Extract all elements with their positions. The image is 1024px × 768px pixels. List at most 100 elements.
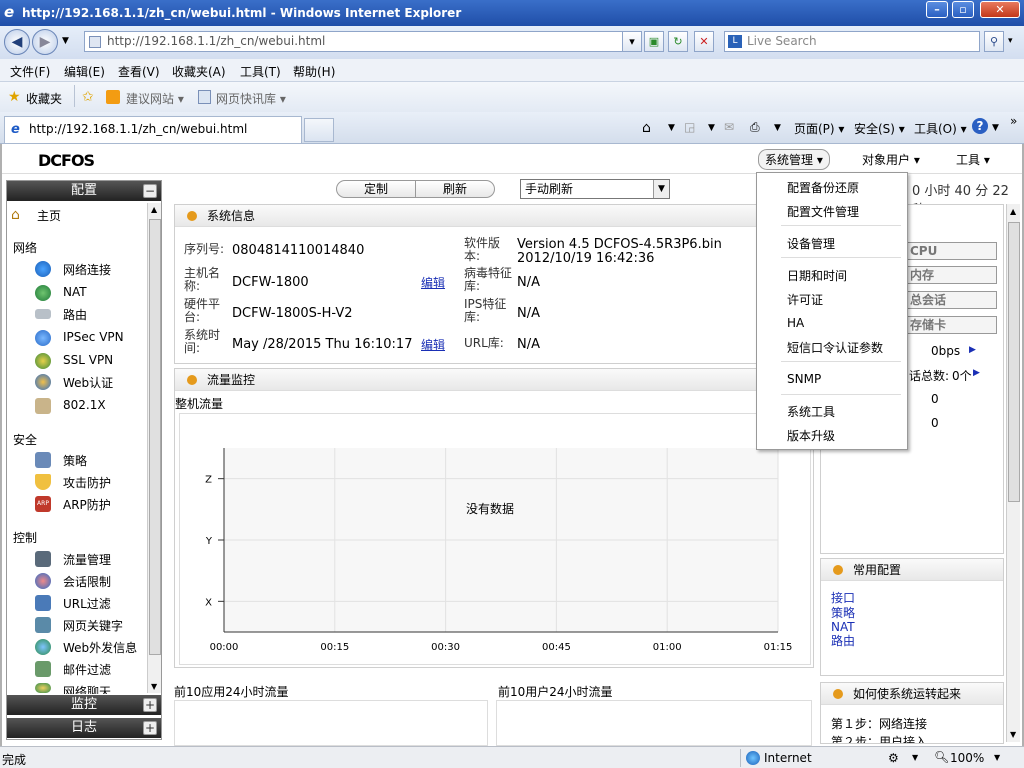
scroll-down-icon[interactable]: ▼ [1010, 730, 1016, 739]
home-dropdown-icon[interactable]: ▼ [668, 123, 675, 133]
feeds-dropdown-icon[interactable]: ▼ [708, 123, 715, 133]
link-route[interactable]: 路由 [831, 632, 855, 649]
menu-system-management[interactable]: 系统管理 ▾ [758, 149, 830, 170]
forward-button[interactable]: ▶ [32, 29, 58, 55]
step-2[interactable]: 第２步：用户接入 [831, 733, 927, 743]
menu-item-ha[interactable]: HA [787, 316, 804, 330]
link-policy[interactable]: 策略 [831, 604, 855, 621]
menu-item-date-time[interactable]: 日期和时间 [787, 267, 847, 284]
scroll-down-icon[interactable]: ▼ [151, 682, 157, 691]
menu-object-user[interactable]: 对象用户 ▾ [862, 151, 920, 168]
menu-item-system-tools[interactable]: 系统工具 [787, 403, 835, 420]
sidebar-item-mail-filter[interactable]: 邮件过滤 [63, 661, 111, 678]
protected-mode-icon[interactable]: ⚙ [888, 751, 899, 765]
history-dropdown-icon[interactable]: ▼ [62, 36, 69, 46]
sidebar-item-network-connection[interactable]: 网络连接 [63, 261, 111, 278]
main-scrollbar[interactable]: ▲ ▼ [1006, 204, 1020, 742]
search-options-icon[interactable]: ▾ [1008, 36, 1013, 46]
compat-view-icon[interactable]: ▣ [644, 31, 664, 52]
search-input[interactable]: Live Search [724, 31, 980, 52]
sidebar-item-url-filter[interactable]: URL过滤 [63, 595, 111, 612]
page-menu[interactable]: 页面(P) ▾ [794, 120, 844, 137]
new-tab-button[interactable] [304, 118, 334, 142]
sidebar-item-traffic-management[interactable]: 流量管理 [63, 551, 111, 568]
menu-favorites[interactable]: 收藏夹(A) [172, 63, 226, 80]
sidebar-config-header[interactable]: 配置 − [7, 181, 161, 201]
maximize-button[interactable]: ▫ [952, 1, 974, 18]
sidebar-item-802-1x[interactable]: 802.1X [63, 398, 106, 412]
add-favorite-icon[interactable]: ✩ [82, 89, 94, 105]
zoom-level[interactable]: 100% [950, 751, 984, 765]
refresh-button[interactable]: 刷新 [415, 180, 495, 198]
sidebar-item-session-limit[interactable]: 会话限制 [63, 573, 111, 590]
collapse-icon[interactable]: − [143, 184, 157, 198]
webslice-link[interactable]: 网页快讯库 ▾ [216, 90, 286, 107]
address-dropdown-icon[interactable]: ▾ [622, 31, 642, 52]
tools-menu[interactable]: 工具(O) ▾ [914, 120, 967, 137]
mail-icon[interactable]: ✉ [724, 120, 734, 134]
menu-item-license[interactable]: 许可证 [787, 291, 823, 308]
sidebar-scrollbar[interactable]: ▲ ▼ [147, 203, 161, 693]
step-1[interactable]: 第１步：网络连接 [831, 715, 927, 732]
address-input[interactable]: http://192.168.1.1/zh_cn/webui.html [84, 31, 636, 52]
sidebar-item-arp-defense[interactable]: ARP防护 [63, 496, 111, 513]
safety-menu[interactable]: 安全(S) ▾ [854, 120, 905, 137]
arrow-right-icon[interactable]: ▶ [973, 368, 980, 378]
menu-help[interactable]: 帮助(H) [293, 63, 335, 80]
stop-icon[interactable]: ✕ [694, 31, 714, 52]
arrow-right-icon[interactable]: ▶ [969, 345, 976, 355]
minimize-button[interactable]: – [926, 1, 948, 18]
expand-icon[interactable]: + [143, 698, 157, 712]
close-button[interactable]: ✕ [980, 1, 1020, 18]
menu-item-device-management[interactable]: 设备管理 [787, 235, 835, 252]
edit-hostname-link[interactable]: 编辑 [421, 274, 445, 291]
sidebar-item-home[interactable]: 主页 [37, 207, 61, 224]
sidebar-log-header[interactable]: 日志 + [7, 718, 161, 738]
sidebar-item-chat[interactable]: 网络聊天 [63, 683, 111, 694]
refresh-mode-select[interactable]: 手动刷新 ▼ [520, 179, 670, 199]
menu-view[interactable]: 查看(V) [118, 63, 160, 80]
menu-edit[interactable]: 编辑(E) [64, 63, 105, 80]
sidebar-item-route[interactable]: 路由 [63, 306, 87, 323]
print-dropdown-icon[interactable]: ▼ [774, 123, 781, 133]
sidebar-scroll-thumb[interactable] [149, 219, 161, 655]
sidebar-item-attack-defense[interactable]: 攻击防护 [63, 474, 111, 491]
customize-button[interactable]: 定制 [336, 180, 416, 198]
sidebar-item-web-keyword[interactable]: 网页关键字 [63, 617, 123, 634]
feeds-icon[interactable]: ◲ [684, 120, 695, 134]
edit-time-link[interactable]: 编辑 [421, 336, 445, 353]
sidebar-item-nat[interactable]: NAT [63, 285, 87, 299]
system-info-panel: 系统信息 序列号: 0804814110014840 主机名称: DCFW-18… [174, 204, 760, 364]
more-icon[interactable]: » [1010, 114, 1017, 128]
menu-item-snmp[interactable]: SNMP [787, 372, 821, 386]
scroll-up-icon[interactable]: ▲ [1010, 207, 1016, 216]
sidebar-monitor-header[interactable]: 监控 + [7, 695, 161, 715]
scroll-up-icon[interactable]: ▲ [151, 205, 157, 214]
menu-tools-app[interactable]: 工具 ▾ [956, 151, 990, 168]
sidebar-item-ipsec-vpn[interactable]: IPSec VPN [63, 330, 124, 344]
expand-icon[interactable]: + [143, 721, 157, 735]
help-dropdown-icon[interactable]: ▼ [992, 123, 999, 133]
refresh-icon[interactable]: ↻ [668, 31, 688, 52]
favorites-button[interactable]: 收藏夹 [26, 90, 62, 107]
main-scroll-thumb[interactable] [1008, 222, 1020, 502]
help-icon[interactable]: ? [972, 118, 988, 134]
home-icon[interactable]: ⌂ [642, 120, 651, 136]
sidebar-item-web-outbound[interactable]: Web外发信息 [63, 639, 137, 656]
menu-item-upgrade[interactable]: 版本升级 [787, 427, 835, 444]
tab-webui[interactable]: e http://192.168.1.1/zh_cn/webui.html [4, 116, 302, 143]
back-button[interactable]: ◀ [4, 29, 30, 55]
menu-item-sms-auth[interactable]: 短信口令认证参数 [787, 339, 883, 356]
menu-file[interactable]: 文件(F) [10, 63, 50, 80]
menu-item-config-files[interactable]: 配置文件管理 [787, 203, 859, 220]
zoom-dropdown-icon[interactable]: ▼ [994, 753, 1000, 762]
sidebar-item-ssl-vpn[interactable]: SSL VPN [63, 353, 113, 367]
menu-item-backup-restore[interactable]: 配置备份还原 [787, 179, 859, 196]
menu-tools[interactable]: 工具(T) [240, 63, 281, 80]
search-button[interactable]: ⚲ [984, 31, 1004, 52]
protected-dropdown-icon[interactable]: ▼ [912, 753, 918, 762]
sidebar-item-policy[interactable]: 策略 [63, 452, 87, 469]
print-icon[interactable]: ⎙ [750, 120, 760, 135]
suggested-sites-link[interactable]: 建议网站 ▾ [126, 90, 184, 107]
sidebar-item-web-auth[interactable]: Web认证 [63, 374, 113, 391]
